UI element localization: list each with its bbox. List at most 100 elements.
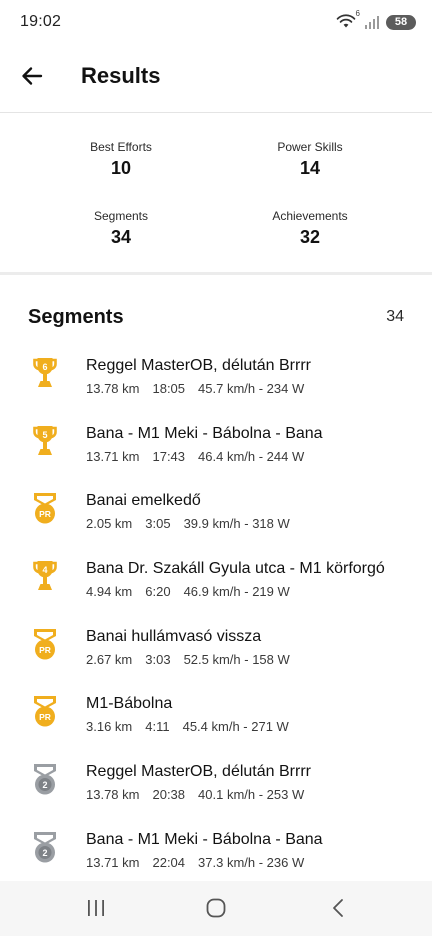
- summary-best-efforts[interactable]: Best Efforts 10: [13, 140, 229, 178]
- segments-title: Segments: [28, 306, 124, 328]
- segment-title: Bana Dr. Szakáll Gyula utca - M1 körforg…: [86, 560, 385, 578]
- summary-value: 32: [299, 227, 321, 247]
- segment-row[interactable]: PR Banai hullámvasó vissza 2.67 km 3:03 52…: [0, 617, 432, 685]
- segments-list: 6 Reggel MasterOB, délután Brrrr 13.78 k…: [0, 346, 432, 888]
- summary-label: Best Efforts: [90, 140, 152, 154]
- segment-distance: 13.71 km: [86, 448, 140, 464]
- system-back-button[interactable]: [324, 896, 352, 920]
- summary-label: Power Skills: [277, 140, 343, 154]
- segment-title: Banai emelkedő: [86, 492, 201, 510]
- arrow-left-icon: [22, 67, 43, 85]
- svg-text:PR: PR: [39, 645, 51, 655]
- recent-apps-icon: [88, 900, 104, 916]
- segment-title: Reggel MasterOB, délután Brrrr: [86, 357, 311, 374]
- recent-apps-button[interactable]: [82, 896, 110, 920]
- summary-value: 14: [299, 158, 321, 178]
- svg-text:4: 4: [42, 565, 47, 575]
- results-summary: Best Efforts 10 Power Skills 14 Segments…: [0, 113, 432, 273]
- back-nav-icon: [333, 899, 343, 917]
- svg-text:5: 5: [42, 430, 47, 440]
- summary-value: 10: [110, 158, 132, 178]
- segment-time: 6:20: [145, 584, 171, 600]
- segment-stats: 13.71 km 17:43 46.4 km/h - 244 W: [86, 449, 317, 464]
- battery-icon: 58: [386, 14, 416, 30]
- pr-medal-icon: PR: [31, 491, 59, 525]
- home-icon: [206, 898, 226, 918]
- trophy-icon: 4: [31, 559, 59, 593]
- summary-label: Achievements: [272, 209, 348, 223]
- trophy-icon: 5: [31, 424, 59, 458]
- summary-divider: [0, 272, 432, 275]
- pr-medal-icon: PR: [31, 627, 59, 661]
- segment-stats: 3.16 km 4:11 45.4 km/h - 271 W: [86, 719, 302, 734]
- segment-title: M1-Bábolna: [86, 695, 173, 713]
- svg-text:PR: PR: [39, 509, 51, 519]
- segment-speed-power: 37.3 km/h - 236 W: [198, 854, 305, 870]
- home-button[interactable]: [202, 896, 230, 920]
- silver-medal-icon: 2: [31, 830, 59, 864]
- segment-title: Bana - M1 Meki - Bábolna - Bana: [86, 830, 323, 848]
- signal-icon: [365, 16, 379, 29]
- segment-distance: 2.67 km: [86, 651, 133, 667]
- segment-stats: 13.78 km 18:05 45.7 km/h - 234 W: [86, 381, 317, 396]
- segment-stats: 4.94 km 6:20 46.9 km/h - 219 W: [86, 584, 303, 599]
- segments-count: 34: [386, 308, 404, 325]
- svg-text:2: 2: [42, 780, 47, 790]
- app-header: Results: [0, 44, 432, 112]
- page-title: Results: [81, 63, 161, 88]
- segment-time: 4:11: [145, 719, 170, 735]
- summary-segments[interactable]: Segments 34: [13, 209, 229, 247]
- segment-row[interactable]: 2 Reggel MasterOB, délután Brrrr 13.78 k…: [0, 752, 432, 820]
- segment-distance: 13.78 km: [86, 381, 140, 396]
- wifi-icon: 6: [336, 9, 360, 31]
- segment-time: 17:43: [152, 448, 186, 464]
- segment-speed-power: 46.9 km/h - 219 W: [183, 584, 290, 600]
- svg-text:2: 2: [42, 848, 47, 858]
- segment-distance: 3.16 km: [86, 719, 133, 735]
- summary-value: 34: [110, 227, 132, 247]
- trophy-icon: 6: [31, 356, 59, 390]
- segment-distance: 13.71 km: [86, 854, 140, 870]
- segment-title: Banai hullámvasó vissza: [86, 627, 262, 645]
- svg-text:6: 6: [42, 362, 47, 372]
- segment-distance: 4.94 km: [86, 584, 133, 600]
- segment-speed-power: 39.9 km/h - 318 W: [183, 516, 290, 532]
- summary-label: Segments: [93, 209, 149, 223]
- segment-stats: 13.71 km 22:04 37.3 km/h - 236 W: [86, 855, 317, 870]
- segment-row[interactable]: PR Banai emelkedő 2.05 km 3:05 39.9 km/h -…: [0, 481, 432, 549]
- segment-row[interactable]: 2 Bana - M1 Meki - Bábolna - Bana 13.71 …: [0, 820, 432, 888]
- status-time: 19:02: [20, 13, 62, 30]
- segment-time: 18:05: [152, 381, 186, 396]
- segment-stats: 13.78 km 20:38 40.1 km/h - 253 W: [86, 787, 317, 802]
- segment-speed-power: 52.5 km/h - 158 W: [183, 651, 290, 667]
- wifi-badge: 6: [355, 9, 360, 18]
- segment-row[interactable]: 5 Bana - M1 Meki - Bábolna - Bana 13.71 …: [0, 414, 432, 482]
- system-nav-bar: [0, 881, 432, 936]
- segment-speed-power: 45.4 km/h - 271 W: [182, 719, 289, 735]
- status-bar: 19:02 6 58: [0, 0, 432, 44]
- pr-medal-icon: PR: [31, 694, 59, 728]
- segment-speed-power: 46.4 km/h - 244 W: [198, 448, 305, 464]
- screen: 19:02 6 58 Results Best Efforts 10 Power…: [0, 0, 432, 936]
- segment-speed-power: 40.1 km/h - 253 W: [198, 787, 305, 803]
- segment-title: Bana - M1 Meki - Bábolna - Bana: [86, 424, 323, 442]
- segment-row[interactable]: 4 Bana Dr. Szakáll Gyula utca - M1 körfo…: [0, 549, 432, 617]
- segment-time: 3:05: [145, 516, 171, 532]
- segment-time: 20:38: [152, 787, 186, 803]
- segment-title: Reggel MasterOB, délután Brrrr: [86, 763, 311, 781]
- segment-row[interactable]: PR M1-Bábolna 3.16 km 4:11 45.4 km/h - 271…: [0, 684, 432, 752]
- segment-stats: 2.67 km 3:03 52.5 km/h - 158 W: [86, 652, 303, 667]
- svg-text:PR: PR: [39, 712, 51, 722]
- segment-row[interactable]: 6 Reggel MasterOB, délután Brrrr 13.78 k…: [0, 346, 432, 414]
- segment-distance: 13.78 km: [86, 787, 140, 803]
- summary-power-skills[interactable]: Power Skills 14: [202, 140, 418, 178]
- segments-header: Segments 34: [0, 300, 432, 336]
- segment-time: 22:04: [152, 854, 186, 870]
- segment-stats: 2.05 km 3:05 39.9 km/h - 318 W: [86, 516, 303, 531]
- silver-medal-icon: 2: [31, 762, 59, 796]
- summary-achievements[interactable]: Achievements 32: [202, 209, 418, 247]
- segment-speed-power: 45.7 km/h - 234 W: [198, 381, 305, 396]
- segment-time: 3:03: [145, 651, 171, 667]
- segment-distance: 2.05 km: [86, 516, 133, 532]
- back-button[interactable]: [14, 58, 50, 94]
